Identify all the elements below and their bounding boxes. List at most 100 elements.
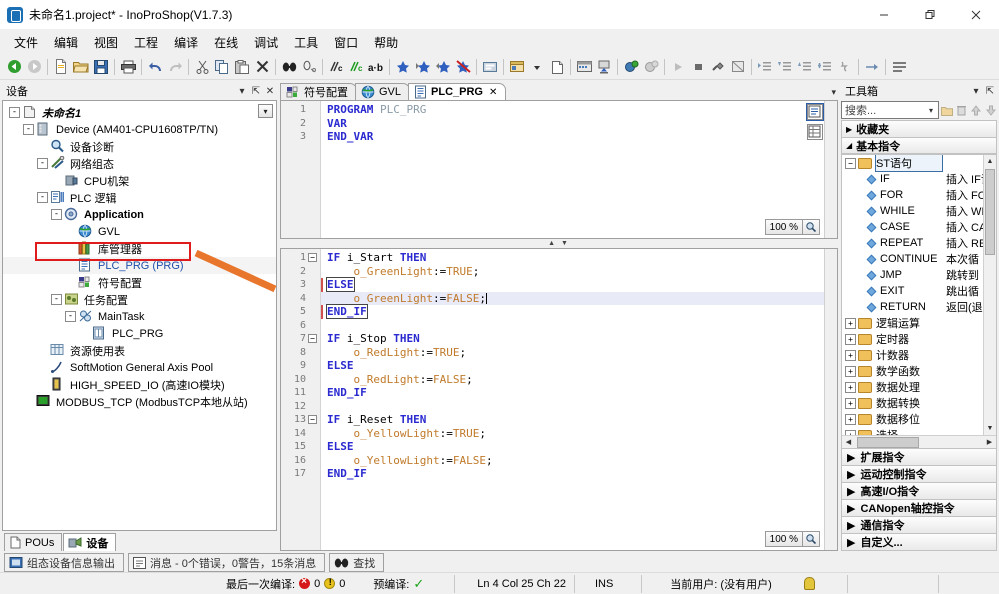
toolbox-item-if[interactable]: IF 插入 IF语 — [842, 171, 996, 187]
code-line[interactable]: IF i_Start THEN — [321, 251, 837, 265]
toolbox-vertical-scrollbar[interactable]: ▲ ▼ — [983, 155, 996, 435]
save-icon[interactable] — [91, 56, 111, 78]
tree-expander[interactable]: + — [845, 365, 856, 377]
toolbox-tree-root[interactable]: − ST语句 — [842, 155, 996, 172]
toolbox-section-3[interactable]: ▶ CANopen轴控指令 — [841, 500, 997, 517]
tree-item-0[interactable]: - 未命名1 — [3, 104, 276, 121]
toolbox-folder-3[interactable]: + 数学函数 — [842, 363, 996, 379]
tree-item-5[interactable]: - PLC 逻辑 — [3, 189, 276, 206]
step-to-icon[interactable] — [815, 56, 835, 78]
toolbox-item-case[interactable]: CASE 插入 CA — [842, 219, 996, 235]
editor-tabs-dropdown-icon[interactable]: ▾ — [831, 87, 836, 98]
move-down-icon[interactable] — [985, 102, 998, 118]
next-statement-icon[interactable] — [862, 56, 882, 78]
reset-icon[interactable] — [708, 56, 728, 78]
code-line[interactable]: o_YellowLight:=TRUE; — [321, 427, 837, 441]
panel-pin-icon[interactable]: ⇱ — [249, 86, 263, 97]
code-line[interactable]: END_IF — [321, 467, 837, 481]
toolbox-folder-2[interactable]: + 计数器 — [842, 347, 996, 363]
code-line[interactable]: END_IF — [321, 304, 837, 319]
implementation-zoom-control[interactable]: 100 % — [764, 531, 820, 547]
menu-item-9[interactable]: 帮助 — [366, 31, 406, 54]
tree-item-13[interactable]: PLC_PRG — [3, 325, 276, 342]
tabular-view-button[interactable] — [807, 124, 823, 140]
toolbox-section-1[interactable]: ▶ 运动控制指令 — [841, 466, 997, 483]
tree-item-15[interactable]: SoftMotion General Axis Pool — [3, 359, 276, 376]
code-line[interactable] — [321, 400, 837, 414]
write-values-icon[interactable] — [889, 56, 909, 78]
paste-icon[interactable] — [232, 56, 252, 78]
menu-item-1[interactable]: 编辑 — [46, 31, 86, 54]
tree-expander[interactable]: + — [845, 333, 856, 345]
menu-item-6[interactable]: 调试 — [246, 31, 286, 54]
toolbox-folder-6[interactable]: + 数据移位 — [842, 411, 996, 427]
toolbox-item-while[interactable]: WHILE 插入 WH — [842, 203, 996, 219]
tree-expander[interactable]: - — [65, 311, 76, 322]
panel-close-icon[interactable]: ✕ — [263, 86, 277, 97]
tree-item-2[interactable]: 设备诊断 — [3, 138, 276, 155]
download-icon[interactable] — [574, 56, 594, 78]
code-line[interactable]: o_GreenLight:=TRUE; — [321, 265, 837, 279]
scroll-thumb[interactable] — [985, 169, 995, 255]
editor-splitter[interactable]: ▲ ▼ — [280, 239, 838, 248]
device-tree[interactable]: - 未命名1- Device (AM401-CPU1608TP/TN) 设备诊断 - 网络… — [3, 101, 276, 530]
menu-item-8[interactable]: 窗口 — [326, 31, 366, 54]
message-tab-0[interactable]: 组态设备信息输出 — [4, 553, 124, 572]
scroll-right-icon[interactable]: ▶ — [983, 438, 996, 446]
toolbox-section-2[interactable]: ▶ 高速I/O指令 — [841, 483, 997, 500]
menu-item-3[interactable]: 工程 — [126, 31, 166, 54]
delete-icon[interactable] — [252, 56, 272, 78]
editor-tab-符号配置[interactable]: 符号配置 — [280, 83, 357, 100]
implementation-code[interactable]: IF i_Start THEN o_GreenLight:=TRUE; ELSE … — [321, 249, 837, 550]
code-line[interactable]: o_GreenLight:=FALSE; — [321, 291, 837, 305]
bookmark-prev-icon[interactable] — [433, 56, 453, 78]
new-file-icon[interactable] — [51, 56, 71, 78]
message-tab-1[interactable]: 消息 - 0个错误，0警告，15条消息 — [128, 553, 326, 572]
scroll-up-icon[interactable]: ▲ — [984, 155, 996, 168]
editor-tab-PLC_PRG[interactable]: PLC_PRG ✕ — [408, 83, 507, 100]
close-button[interactable] — [953, 0, 999, 30]
menu-item-5[interactable]: 在线 — [206, 31, 246, 54]
code-line[interactable]: PROGRAM PLC_PRG — [321, 103, 837, 117]
undo-icon[interactable] — [145, 56, 165, 78]
breakpoint-icon[interactable] — [835, 56, 855, 78]
toolbox-item-exit[interactable]: EXIT 跳出循 — [842, 283, 996, 299]
cut-icon[interactable] — [192, 56, 212, 78]
toolbox-item-for[interactable]: FOR 插入 FO — [842, 187, 996, 203]
print-icon[interactable] — [118, 56, 138, 78]
code-line[interactable]: IF i_Reset THEN — [321, 413, 837, 427]
tree-item-10[interactable]: 符号配置 — [3, 274, 276, 291]
toolbox-pin-icon[interactable]: ⇱ — [983, 86, 997, 97]
tree-item-6[interactable]: - Application — [3, 206, 276, 223]
start-debug-icon[interactable] — [621, 56, 641, 78]
toolbox-section-4[interactable]: ▶ 通信指令 — [841, 517, 997, 534]
toolbox-section-basic[interactable]: ◢ 基本指令 — [841, 137, 997, 154]
toolbox-folder-1[interactable]: + 定时器 — [842, 331, 996, 347]
tree-expander[interactable]: - — [51, 294, 62, 305]
toolbox-item-jmp[interactable]: JMP 跳转到 — [842, 267, 996, 283]
step-over-icon[interactable] — [755, 56, 775, 78]
step-into-icon[interactable] — [775, 56, 795, 78]
login-icon[interactable] — [507, 56, 527, 78]
tree-item-12[interactable]: - MainTask — [3, 308, 276, 325]
code-line[interactable]: END_VAR — [321, 130, 837, 144]
toolbox-folder-4[interactable]: + 数据处理 — [842, 379, 996, 395]
stop-debug-icon[interactable] — [641, 56, 661, 78]
copy-icon[interactable] — [212, 56, 232, 78]
code-line[interactable] — [321, 319, 837, 333]
zoom-icon[interactable] — [802, 532, 819, 546]
build-icon[interactable] — [480, 56, 500, 78]
tree-expander[interactable]: - — [23, 124, 34, 135]
logout-icon[interactable] — [547, 56, 567, 78]
toolbox-tree[interactable]: − ST语句 IF 插入 IF语 FOR 插入 FO WHILE 插入 WH CASE 插入 CA… — [842, 155, 996, 443]
fold-toggle-icon[interactable]: − — [308, 253, 317, 263]
forward-icon[interactable] — [24, 56, 44, 78]
tree-expander[interactable]: - — [9, 107, 20, 118]
bulb-icon[interactable] — [803, 577, 815, 590]
minimize-button[interactable] — [861, 0, 907, 30]
bookmark-next-icon[interactable] — [413, 56, 433, 78]
code-line[interactable]: o_YellowLight:=FALSE; — [321, 454, 837, 468]
code-line[interactable]: o_RedLight:=TRUE; — [321, 346, 837, 360]
bookmark-clear-icon[interactable] — [453, 56, 473, 78]
code-line[interactable]: IF i_Stop THEN — [321, 332, 837, 346]
